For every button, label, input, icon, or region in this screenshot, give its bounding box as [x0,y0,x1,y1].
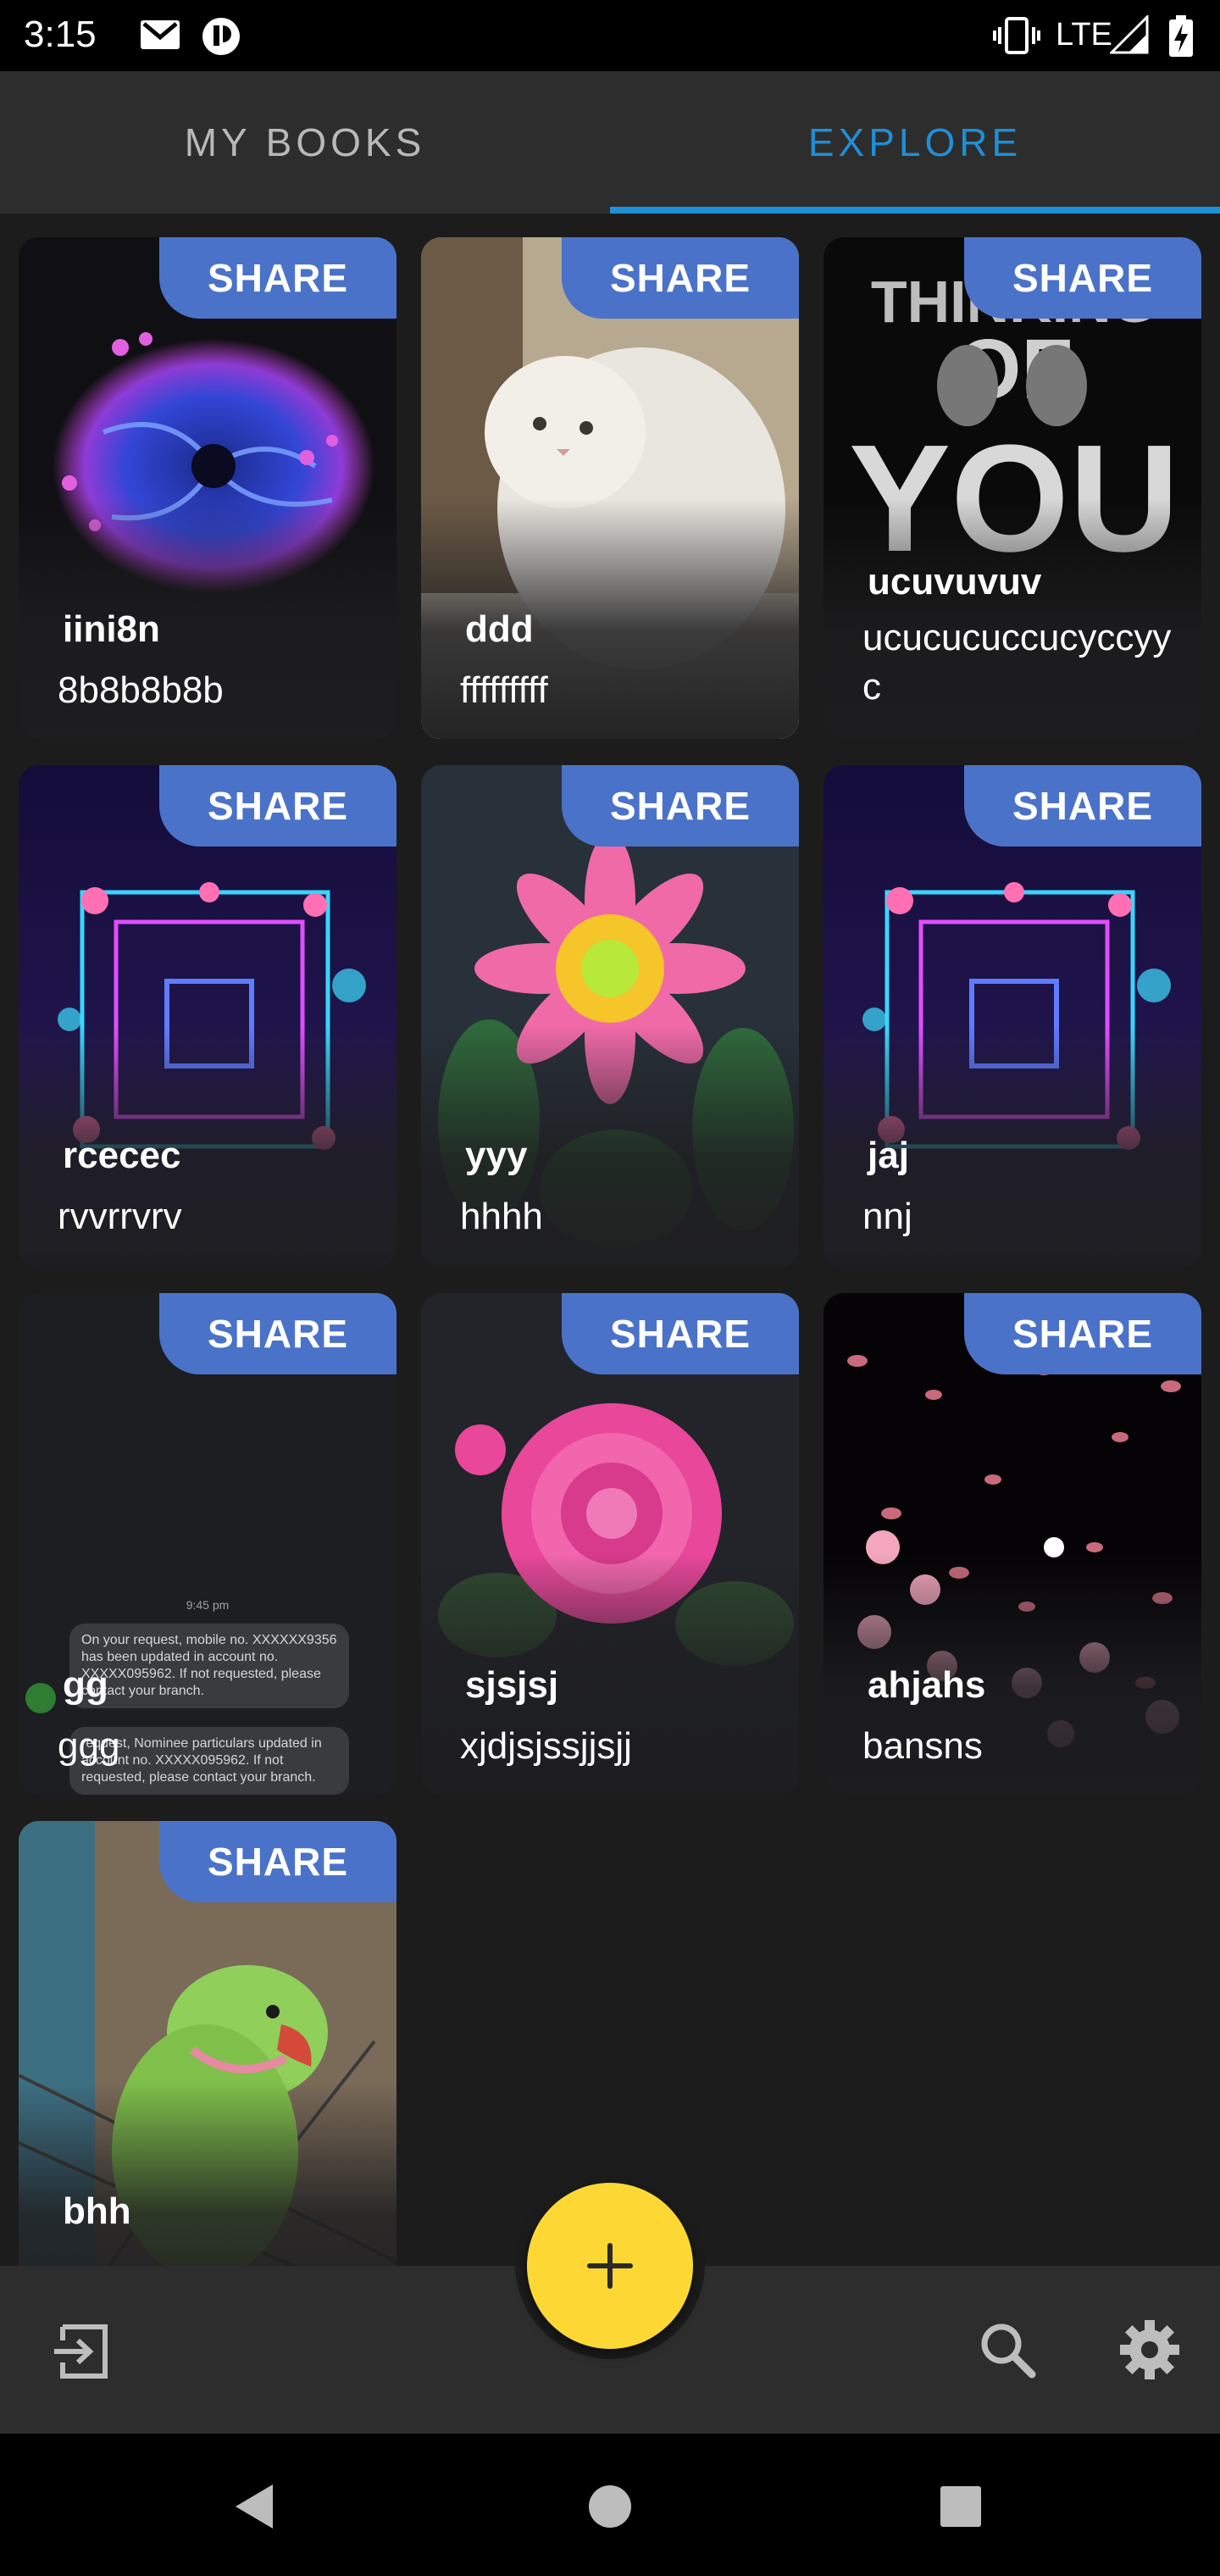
book-card[interactable]: SHARE jaj nnj [824,765,1201,1267]
book-subtitle: bansns [862,1725,983,1767]
share-button[interactable]: SHARE [159,1821,396,1902]
book-title: iini8n [63,608,160,650]
book-card[interactable]: SHARE ddd fffffffff [421,237,799,739]
battery-charging-icon [1169,15,1193,57]
network-type: LTE [1056,17,1112,53]
book-subtitle: ggg [58,1725,120,1767]
book-title: gg [63,1664,108,1706]
tab-my-books[interactable]: MY BOOKS [0,71,610,214]
app-badge-icon [202,18,240,55]
book-title: bhh [63,2190,131,2232]
add-book-button[interactable] [527,2183,693,2349]
book-subtitle: nnj [862,1196,912,1237]
share-button[interactable]: SHARE [562,237,799,319]
share-button[interactable]: SHARE [964,1293,1201,1374]
book-subtitle: rvvrrvrv [58,1196,182,1237]
book-subtitle: hhhh [460,1196,543,1237]
book-card[interactable]: SHARE iini8n 8b8b8b8b [19,237,396,739]
share-button[interactable]: SHARE [159,237,396,319]
book-title: sjsjsj [465,1664,559,1706]
share-button[interactable]: SHARE [159,1293,396,1374]
book-title: rcecec [63,1135,181,1176]
book-subtitle: ucucucuccucyccyyc [862,617,1172,708]
system-nav-bar [0,2434,1220,2576]
book-subtitle: xjdjsjssjjsjj [460,1725,632,1767]
book-card[interactable]: 9:45 pm On your request, mobile no. XXXX… [19,1293,396,1795]
book-title: ddd [465,608,534,650]
status-bar: 3:15 LTE [0,0,1220,71]
gmail-icon [141,20,180,49]
status-time: 3:15 [24,14,97,55]
share-button[interactable]: SHARE [159,765,396,847]
exit-icon[interactable] [53,2323,112,2379]
share-button[interactable]: SHARE [964,765,1201,847]
signal-icon [1110,15,1149,54]
book-card[interactable]: SHARE bhh [19,1821,396,2323]
tab-selected-indicator [610,207,1220,214]
home-icon[interactable] [586,2483,634,2530]
book-card[interactable]: SHARE ahjahs bansns [824,1293,1201,1795]
book-card[interactable]: SHARE sjsjsj xjdjsjssjjsjj [421,1293,799,1795]
vibrate-icon [993,17,1040,54]
book-card[interactable]: SHARE rcecec rvvrrvrv [19,765,396,1267]
book-title: ucuvuvuv [868,561,1042,602]
tab-bar: MY BOOKS EXPLORE [0,71,1220,214]
book-subtitle: fffffffff [460,669,548,711]
book-card[interactable]: THINKING OF YOU SHARE ucuvuvuv ucucucucc… [824,237,1201,739]
plus-icon [587,2243,633,2289]
share-button[interactable]: SHARE [562,765,799,847]
book-title: jaj [868,1135,909,1176]
share-button[interactable]: SHARE [964,237,1201,319]
search-icon[interactable] [978,2320,1037,2379]
share-button[interactable]: SHARE [562,1293,799,1374]
book-card[interactable]: SHARE yyy hhhh [421,765,799,1267]
gear-icon[interactable] [1118,2318,1181,2381]
back-icon[interactable] [230,2481,278,2532]
book-title: ahjahs [868,1664,986,1706]
book-title: yyy [465,1135,528,1176]
book-subtitle: 8b8b8b8b [58,669,224,711]
recents-icon[interactable] [939,2484,983,2529]
tab-explore[interactable]: EXPLORE [610,71,1220,214]
